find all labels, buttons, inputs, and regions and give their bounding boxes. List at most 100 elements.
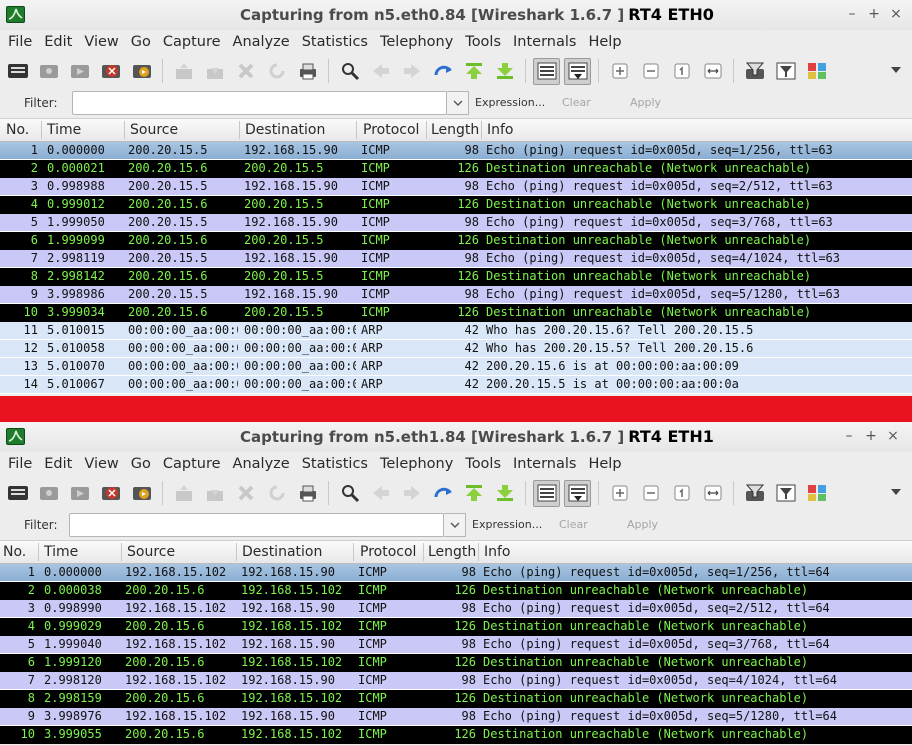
- go-last-icon[interactable]: [491, 480, 518, 507]
- coloring-rules-icon[interactable]: [803, 480, 830, 507]
- packet-row[interactable]: 2 0.000038 200.20.15.6 192.168.15.102 ICMP 12…: [0, 582, 912, 600]
- menu-go[interactable]: Go: [127, 34, 159, 50]
- capture-filters-icon[interactable]: [741, 58, 768, 85]
- packet-row[interactable]: 8 2.998142 200.20.15.6 200.20.15.5 ICMP 126 De…: [0, 268, 912, 286]
- go-forward-icon[interactable]: [398, 58, 425, 85]
- packet-row[interactable]: 14 5.010067 00:00:00_aa:00:0 00:00:00_aa:00…: [0, 376, 912, 394]
- menu-view[interactable]: View: [80, 456, 126, 472]
- resize-columns-icon[interactable]: [699, 480, 726, 507]
- packet-row[interactable]: 4 0.999012 200.20.15.6 200.20.15.5 ICMP 126 De…: [0, 196, 912, 214]
- menu-analyze[interactable]: Analyze: [229, 456, 298, 472]
- clear-filter-button[interactable]: Clear: [559, 518, 588, 531]
- auto-scroll-icon[interactable]: [564, 479, 591, 507]
- menu-internals[interactable]: Internals: [509, 456, 584, 472]
- column-divider[interactable]: [121, 543, 122, 561]
- apply-filter-button[interactable]: Apply: [627, 518, 658, 531]
- stop-capture-icon[interactable]: [97, 58, 124, 85]
- title-bar[interactable]: Capturing from n5.eth0.84 [Wireshark 1.6…: [0, 0, 912, 30]
- stop-capture-icon[interactable]: [97, 480, 124, 507]
- reload-icon[interactable]: [263, 58, 290, 85]
- display-filter-input[interactable]: [72, 91, 447, 115]
- toolbar-overflow-icon[interactable]: [890, 485, 902, 501]
- zoom-in-icon[interactable]: [606, 480, 633, 507]
- packet-row[interactable]: 4 0.999029 200.20.15.6 192.168.15.102 ICMP 12…: [0, 618, 912, 636]
- column-divider[interactable]: [236, 543, 237, 561]
- display-filters-icon[interactable]: [772, 58, 799, 85]
- column-length[interactable]: Length: [431, 122, 479, 138]
- menu-analyze[interactable]: Analyze: [229, 34, 298, 50]
- menu-edit[interactable]: Edit: [40, 34, 80, 50]
- column-no[interactable]: No.: [3, 544, 26, 560]
- minimize-icon[interactable]: –: [845, 6, 859, 22]
- filter-dropdown-icon[interactable]: [444, 513, 466, 537]
- maximize-icon[interactable]: +: [867, 6, 881, 22]
- save-file-icon[interactable]: [201, 480, 228, 507]
- column-source[interactable]: Source: [130, 122, 178, 138]
- capture-options-icon[interactable]: [35, 480, 62, 507]
- column-divider[interactable]: [423, 543, 424, 561]
- column-source[interactable]: Source: [127, 544, 175, 560]
- normal-size-icon[interactable]: [668, 480, 695, 507]
- menu-help[interactable]: Help: [584, 34, 629, 50]
- zoom-out-icon[interactable]: [637, 58, 664, 85]
- menu-edit[interactable]: Edit: [40, 456, 80, 472]
- interface-list-icon[interactable]: [4, 58, 31, 85]
- print-icon[interactable]: [294, 58, 321, 85]
- column-protocol[interactable]: Protocol: [363, 122, 419, 138]
- colorize-icon[interactable]: [533, 57, 560, 85]
- zoom-out-icon[interactable]: [637, 480, 664, 507]
- go-first-icon[interactable]: [460, 58, 487, 85]
- packet-row[interactable]: 3 0.998988 200.20.15.5 192.168.15.90 ICMP 98 E…: [0, 178, 912, 196]
- normal-size-icon[interactable]: [668, 58, 695, 85]
- menu-help[interactable]: Help: [584, 456, 629, 472]
- auto-scroll-icon[interactable]: [564, 57, 591, 85]
- menu-capture[interactable]: Capture: [159, 456, 229, 472]
- start-capture-icon[interactable]: [66, 480, 93, 507]
- packet-row[interactable]: 3 0.998990 192.168.15.102 192.168.15.90 ICMP…: [0, 600, 912, 618]
- minimize-icon[interactable]: –: [842, 428, 856, 444]
- title-bar[interactable]: Capturing from n5.eth1.84 [Wireshark 1.6…: [0, 422, 912, 452]
- expression-button[interactable]: Expression...: [475, 96, 545, 109]
- menu-telephony[interactable]: Telephony: [376, 456, 461, 472]
- toolbar-overflow-icon[interactable]: [890, 63, 902, 79]
- menu-file[interactable]: File: [4, 34, 40, 50]
- packet-row[interactable]: 13 5.010070 00:00:00_aa:00:0 00:00:00_aa:00…: [0, 358, 912, 376]
- column-divider[interactable]: [353, 543, 354, 561]
- menu-view[interactable]: View: [80, 34, 126, 50]
- colorize-icon[interactable]: [533, 479, 560, 507]
- go-first-icon[interactable]: [460, 480, 487, 507]
- filter-dropdown-icon[interactable]: [447, 91, 469, 115]
- capture-options-icon[interactable]: [35, 58, 62, 85]
- start-capture-icon[interactable]: [66, 58, 93, 85]
- reload-icon[interactable]: [263, 480, 290, 507]
- close-icon[interactable]: ×: [889, 6, 903, 22]
- menu-tools[interactable]: Tools: [461, 456, 509, 472]
- open-file-icon[interactable]: [170, 480, 197, 507]
- packet-row[interactable]: 9 3.998986 200.20.15.5 192.168.15.90 ICMP 98 E…: [0, 286, 912, 304]
- menu-go[interactable]: Go: [127, 456, 159, 472]
- column-time[interactable]: Time: [44, 544, 78, 560]
- menu-statistics[interactable]: Statistics: [298, 34, 376, 50]
- coloring-rules-icon[interactable]: [803, 58, 830, 85]
- close-file-icon[interactable]: [232, 58, 259, 85]
- column-divider[interactable]: [478, 543, 479, 561]
- column-divider[interactable]: [356, 121, 357, 139]
- packet-row[interactable]: 8 2.998159 200.20.15.6 192.168.15.102 ICMP 12…: [0, 690, 912, 708]
- column-destination[interactable]: Destination: [242, 544, 322, 560]
- column-info[interactable]: Info: [487, 122, 514, 138]
- resize-columns-icon[interactable]: [699, 58, 726, 85]
- packet-row[interactable]: 10 3.999055 200.20.15.6 192.168.15.102 ICMP 1…: [0, 726, 912, 744]
- go-last-icon[interactable]: [491, 58, 518, 85]
- column-destination[interactable]: Destination: [245, 122, 325, 138]
- packet-row[interactable]: 6 1.999120 200.20.15.6 192.168.15.102 ICMP 12…: [0, 654, 912, 672]
- restart-capture-icon[interactable]: [128, 480, 155, 507]
- packet-row[interactable]: 12 5.010058 00:00:00_aa:00:0 00:00:00_aa:00…: [0, 340, 912, 358]
- packet-row[interactable]: 5 1.999050 200.20.15.5 192.168.15.90 ICMP 98 E…: [0, 214, 912, 232]
- column-info[interactable]: Info: [484, 544, 511, 560]
- menu-internals[interactable]: Internals: [509, 34, 584, 50]
- clear-filter-button[interactable]: Clear: [562, 96, 591, 109]
- packet-row[interactable]: 7 2.998119 200.20.15.5 192.168.15.90 ICMP 98 E…: [0, 250, 912, 268]
- capture-filters-icon[interactable]: [741, 480, 768, 507]
- menu-file[interactable]: File: [4, 456, 40, 472]
- restart-capture-icon[interactable]: [128, 58, 155, 85]
